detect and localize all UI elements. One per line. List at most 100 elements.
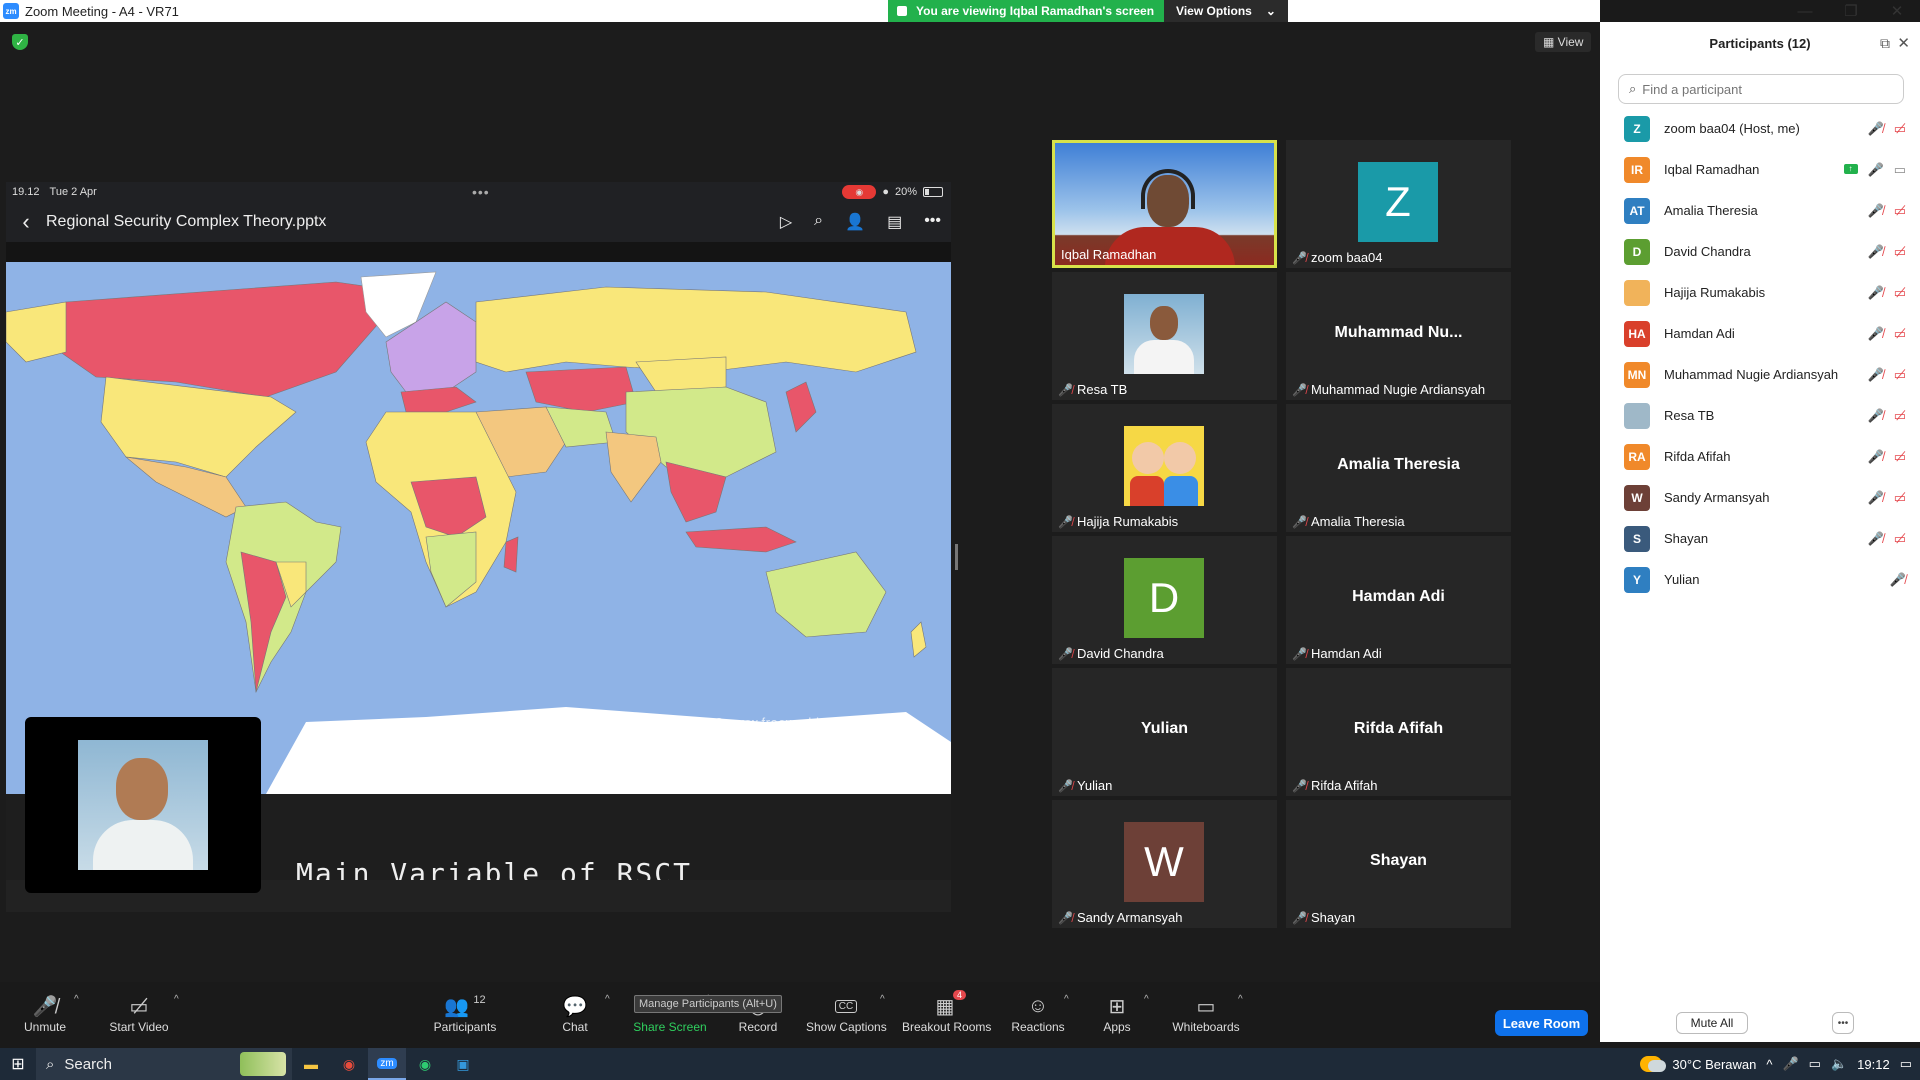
participant-row[interactable]: AT Amalia Theresia 🎤̸ ▭̸ bbox=[1600, 190, 1920, 231]
whiteboards-button[interactable]: ▭ Whiteboards ^ bbox=[1170, 994, 1242, 1034]
microphone-icon[interactable]: 🎤 bbox=[1782, 1056, 1798, 1072]
chevron-up-icon[interactable]: ^ bbox=[1766, 1057, 1772, 1072]
chrome-profile-icon[interactable]: ◉ bbox=[406, 1048, 444, 1080]
participant-row[interactable]: Z zoom baa04 (Host, me) 🎤̸ ▭̸ bbox=[1600, 108, 1920, 149]
video-tile-sandy[interactable]: W 🎤̸ Sandy Armansyah bbox=[1052, 800, 1277, 928]
notifications-icon[interactable]: ▭ bbox=[1900, 1056, 1912, 1072]
window-title: Zoom Meeting - A4 - VR71 bbox=[25, 3, 179, 19]
unmute-button[interactable]: 🎤̸ Unmute ^ bbox=[20, 994, 79, 1034]
slide-heading: Main Variable of RSCT bbox=[296, 857, 693, 880]
audio-options-caret-icon[interactable]: ^ bbox=[74, 994, 79, 1005]
search-icon: ⌕ bbox=[1629, 81, 1637, 96]
play-icon[interactable]: ▷ bbox=[780, 212, 792, 232]
participant-search[interactable]: ⌕ bbox=[1618, 74, 1904, 104]
whiteboard-caret-icon[interactable]: ^ bbox=[1238, 994, 1243, 1005]
tile-display-name: Shayan bbox=[1370, 852, 1427, 869]
video-icon: ▭ bbox=[1893, 161, 1906, 177]
mute-all-button[interactable]: Mute All bbox=[1676, 1012, 1748, 1034]
windows-taskbar: ⊞ ⌕ Search ▬ ◉ zm ◉ ▣ 30°C Berawan ^ 🎤 ▭… bbox=[0, 1048, 1920, 1080]
video-tile-hamdan[interactable]: Hamdan Adi 🎤̸ Hamdan Adi bbox=[1286, 536, 1511, 664]
windows-start-icon[interactable]: ⊞ bbox=[0, 1054, 36, 1074]
taskbar-clock[interactable]: 19:12 bbox=[1857, 1057, 1890, 1072]
tile-name-text: Rifda Afifah bbox=[1310, 778, 1378, 793]
video-tile-david[interactable]: D 🎤̸ David Chandra bbox=[1052, 536, 1277, 664]
chat-button[interactable]: 💬 Chat ^ bbox=[555, 994, 609, 1034]
chrome-icon[interactable]: ◉ bbox=[330, 1048, 368, 1080]
participant-row[interactable]: Resa TB 🎤̸ ▭̸ bbox=[1600, 395, 1920, 436]
participant-row[interactable]: Hajija Rumakabis 🎤̸ ▭̸ bbox=[1600, 272, 1920, 313]
reactions-caret-icon[interactable]: ^ bbox=[1064, 994, 1069, 1005]
view-options-button[interactable]: View Options ⌄ bbox=[1164, 0, 1288, 22]
zoom-taskbar-icon[interactable]: zm bbox=[368, 1048, 406, 1080]
tile-name: 🎤̸ zoom baa04 bbox=[1292, 250, 1383, 265]
presenter-face bbox=[116, 758, 168, 820]
app-icon[interactable]: ▣ bbox=[444, 1048, 482, 1080]
participant-row[interactable]: IR Iqbal Ramadhan ↑ 🎤 ▭ bbox=[1600, 149, 1920, 190]
apps-caret-icon[interactable]: ^ bbox=[1144, 994, 1149, 1005]
whiteboard-icon: ▭ bbox=[1196, 995, 1216, 1018]
more-options-icon[interactable]: ••• bbox=[1832, 1012, 1854, 1034]
video-tile-resa[interactable]: 🎤̸ Resa TB bbox=[1052, 272, 1277, 400]
breakout-rooms-button[interactable]: ▦ 4 Breakout Rooms bbox=[902, 990, 991, 1034]
participants-panel: Participants (12) ⧉ ✕ ⌕ Z zoom baa04 (Ho… bbox=[1600, 22, 1920, 1042]
network-icon[interactable]: ▭ bbox=[1809, 1056, 1821, 1072]
minimize-icon[interactable]: — bbox=[1782, 0, 1828, 22]
leave-room-button[interactable]: Leave Room bbox=[1495, 1010, 1588, 1036]
video-off-icon: ▭̸ bbox=[1893, 243, 1906, 259]
show-captions-button[interactable]: CC Show Captions ^ bbox=[806, 994, 887, 1034]
participant-row[interactable]: S Shayan 🎤̸ ▭̸ bbox=[1600, 518, 1920, 559]
video-tile-muhammad[interactable]: Muhammad Nu... 🎤̸ Muhammad Nugie Ardiansy… bbox=[1286, 272, 1511, 400]
search-icon[interactable]: ⌕ bbox=[814, 212, 823, 232]
participant-row[interactable]: D David Chandra 🎤̸ ▭̸ bbox=[1600, 231, 1920, 272]
participant-name: Hamdan Adi bbox=[1664, 326, 1735, 341]
video-tile-yulian[interactable]: Yulian 🎤̸ Yulian bbox=[1052, 668, 1277, 796]
restore-icon[interactable]: ❐ bbox=[1828, 0, 1874, 22]
participant-row[interactable]: MN Muhammad Nugie Ardiansyah 🎤̸ ▭̸ bbox=[1600, 354, 1920, 395]
taskbar-search[interactable]: ⌕ Search bbox=[36, 1048, 292, 1080]
presenter-pip-video[interactable] bbox=[25, 717, 261, 893]
close-panel-icon[interactable]: ✕ bbox=[1897, 34, 1910, 52]
chat-caret-icon[interactable]: ^ bbox=[605, 994, 610, 1005]
start-video-button[interactable]: ▭̸ Start Video ^ bbox=[104, 994, 178, 1034]
participant-name: Yulian bbox=[1664, 572, 1700, 587]
add-person-icon[interactable]: 👤 bbox=[845, 212, 865, 232]
split-view-handle[interactable] bbox=[955, 544, 958, 570]
weather-text[interactable]: 30°C Berawan bbox=[1672, 1057, 1756, 1072]
video-tile-shayan[interactable]: Shayan 🎤̸ Shayan bbox=[1286, 800, 1511, 928]
comment-icon[interactable]: ▤ bbox=[887, 212, 902, 232]
video-tile-hajija[interactable]: 🎤̸ Hajija Rumakabis bbox=[1052, 404, 1277, 532]
encryption-shield-icon[interactable]: ✓ bbox=[12, 34, 28, 50]
participants-button[interactable]: 👥 12 Participants bbox=[430, 994, 500, 1034]
apps-button[interactable]: ⊞ Apps ^ bbox=[1100, 994, 1148, 1034]
participant-search-input[interactable] bbox=[1642, 81, 1883, 97]
captions-caret-icon[interactable]: ^ bbox=[880, 994, 885, 1005]
reactions-button[interactable]: ☺ Reactions ^ bbox=[1010, 994, 1069, 1034]
mic-muted-icon: 🎤̸ bbox=[1867, 243, 1884, 259]
participant-status: 🎤̸ ▭̸ bbox=[1868, 285, 1906, 301]
multitask-dots-icon[interactable]: ••• bbox=[472, 184, 490, 200]
back-icon[interactable]: ‹ bbox=[6, 209, 46, 235]
participant-row[interactable]: HA Hamdan Adi 🎤̸ ▭̸ bbox=[1600, 313, 1920, 354]
participant-avatar: MN bbox=[1624, 361, 1650, 388]
more-icon[interactable]: ••• bbox=[924, 212, 941, 232]
apps-label: Apps bbox=[1103, 1020, 1131, 1034]
video-tile-amalia[interactable]: Amalia Theresia 🎤̸ Amalia Theresia bbox=[1286, 404, 1511, 532]
participant-row[interactable]: W Sandy Armansyah 🎤̸ ▭̸ bbox=[1600, 477, 1920, 518]
participant-avatar: S bbox=[1624, 525, 1650, 552]
video-tile-zoom-baa04[interactable]: Z 🎤̸ zoom baa04 bbox=[1286, 140, 1511, 268]
video-options-caret-icon[interactable]: ^ bbox=[174, 994, 179, 1005]
participant-row[interactable]: RA Rifda Afifah 🎤̸ ▭̸ bbox=[1600, 436, 1920, 477]
video-tile-rifda[interactable]: Rifda Afifah 🎤̸ Rifda Afifah bbox=[1286, 668, 1511, 796]
participant-row[interactable]: Y Yulian 🎤̸ bbox=[1600, 559, 1920, 600]
mic-muted-icon: 🎤̸ bbox=[1058, 646, 1073, 661]
participant-name: David Chandra bbox=[1664, 244, 1751, 259]
participants-count: 12 bbox=[473, 994, 486, 1006]
volume-icon[interactable]: 🔈 bbox=[1831, 1056, 1847, 1072]
close-icon[interactable]: ✕ bbox=[1874, 0, 1920, 22]
participant-status: 🎤̸ ▭̸ bbox=[1868, 244, 1906, 260]
video-tile-iqbal[interactable]: Iqbal Ramadhan bbox=[1052, 140, 1277, 268]
view-button[interactable]: ▦ View bbox=[1535, 32, 1592, 52]
file-explorer-icon[interactable]: ▬ bbox=[292, 1048, 330, 1080]
tile-name-text: Amalia Theresia bbox=[1310, 514, 1405, 529]
popout-icon[interactable]: ⧉ bbox=[1880, 35, 1890, 52]
